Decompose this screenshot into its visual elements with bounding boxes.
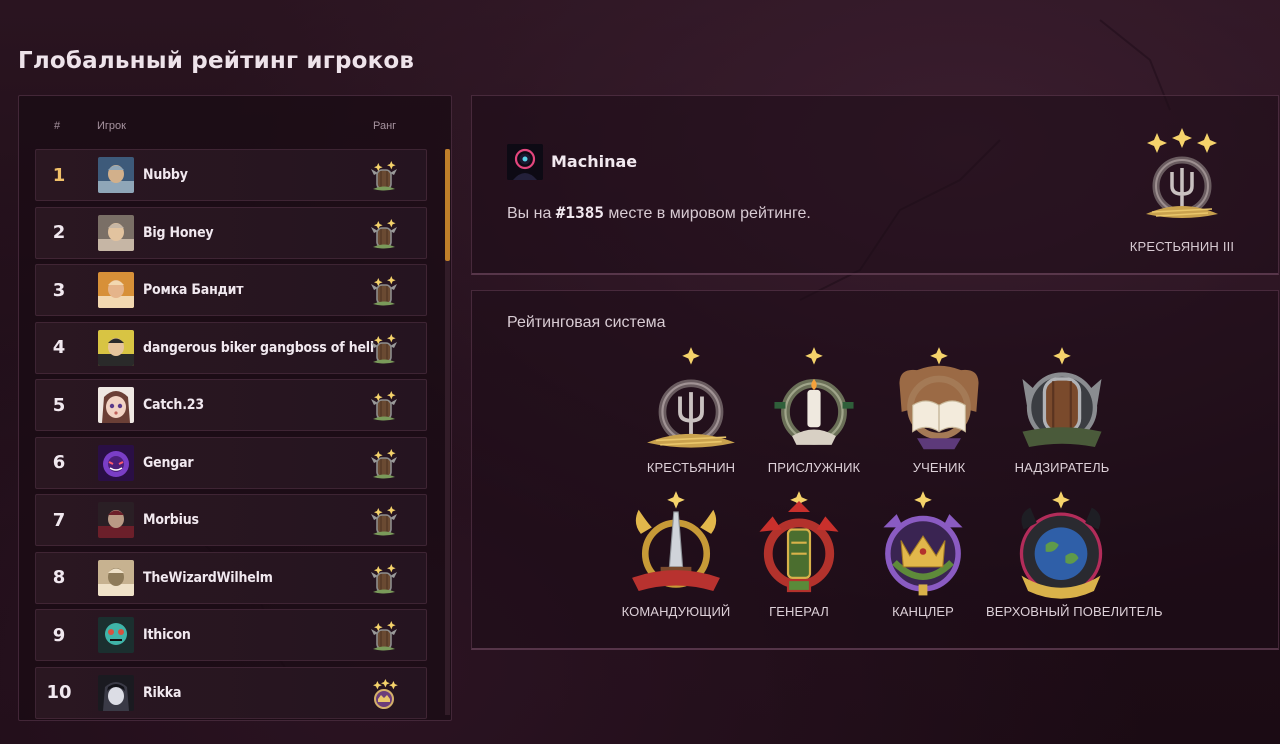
globe-emblem-icon xyxy=(986,490,1136,602)
row-rank-number: 1 xyxy=(52,164,66,186)
leaderboard-row[interactable]: 7 Morbius xyxy=(35,494,427,546)
shield-emblem-icon xyxy=(987,346,1137,458)
shield-rank-badge-icon xyxy=(368,159,400,193)
shield-rank-badge-icon xyxy=(368,389,400,423)
leaderboard-panel: # Игрок Ранг 1 Nubby 2 Big Honey 3 Ромка… xyxy=(18,95,452,721)
column-header-number: # xyxy=(54,120,61,132)
leaderboard-scrollbar[interactable] xyxy=(445,149,450,715)
player-avatar[interactable] xyxy=(98,387,134,423)
row-rank-number: 8 xyxy=(52,567,66,588)
player-name[interactable]: Ithicon xyxy=(143,627,191,643)
leaderboard-row[interactable]: 10 Rikka xyxy=(35,666,427,719)
shield-rank-badge-icon xyxy=(368,619,400,653)
row-rank-number: 2 xyxy=(52,222,66,243)
column-header-rank: Ранг xyxy=(373,120,397,132)
shield-rank-badge-icon xyxy=(368,504,400,538)
shield-rank-badge-icon xyxy=(368,447,400,481)
row-rank-number: 9 xyxy=(52,624,66,646)
row-rank-number: 4 xyxy=(52,337,66,358)
current-rank-emblem-icon xyxy=(1132,116,1232,226)
shield-rank-badge-icon xyxy=(368,332,400,366)
three-star-icon xyxy=(1147,128,1217,153)
leaderboard-row[interactable]: 3 Ромка Бандит xyxy=(35,264,427,316)
row-rank-number: 7 xyxy=(52,509,66,531)
scrollbar-thumb[interactable] xyxy=(445,149,450,261)
player-name[interactable]: Rikka xyxy=(143,685,181,701)
leaderboard-row[interactable]: 4 dangerous biker gangboss of hell xyxy=(35,321,427,374)
player-name[interactable]: Catch.23 xyxy=(143,397,204,413)
rating-text-before: Вы на xyxy=(507,205,556,222)
player-name[interactable]: Gengar xyxy=(143,455,194,471)
leaderboard-row[interactable]: 6 Gengar xyxy=(35,436,427,489)
current-player-card: Machinae Вы на #1385 месте в мировом рей… xyxy=(471,95,1279,275)
rating-system-title: Рейтинговая система xyxy=(507,314,666,331)
player-avatar[interactable] xyxy=(98,214,134,251)
rank-tier[interactable]: ВЕРХОВНЫЙ ПОВЕЛИТЕЛЬ xyxy=(986,490,1163,619)
rank-tier[interactable]: НАДЗИРАТЕЛЬ xyxy=(987,346,1137,475)
crown-rank-badge-icon xyxy=(368,677,400,711)
column-header-player: Игрок xyxy=(97,120,126,132)
current-player-rating-text: Вы на #1385 месте в мировом рейтинге. xyxy=(507,203,811,223)
player-name[interactable]: TheWizardWilhelm xyxy=(143,570,273,586)
rank-tier-label: ВЕРХОВНЫЙ ПОВЕЛИТЕЛЬ xyxy=(986,604,1163,619)
player-name[interactable]: dangerous biker gangboss of hell xyxy=(143,340,374,356)
player-avatar[interactable] xyxy=(98,329,134,366)
rank-tier-label: НАДЗИРАТЕЛЬ xyxy=(1014,460,1110,475)
shield-rank-badge-icon xyxy=(368,274,400,308)
rank-tier[interactable]: КАНЦЛЕР xyxy=(848,490,998,619)
leaderboard-row[interactable]: 1 Nubby xyxy=(35,149,427,201)
player-name[interactable]: Ромка Бандит xyxy=(143,282,244,298)
row-rank-number: 5 xyxy=(52,394,66,416)
crown-emblem-icon xyxy=(848,490,998,602)
page-title: Глобальный рейтинг игроков xyxy=(18,48,415,74)
leaderboard-rows: 1 Nubby 2 Big Honey 3 Ромка Бандит 4 dan… xyxy=(35,149,427,724)
leaderboard-row[interactable]: 2 Big Honey xyxy=(35,206,427,259)
player-name[interactable]: Big Honey xyxy=(143,225,214,241)
player-avatar[interactable] xyxy=(98,502,134,538)
rating-system-panel: Рейтинговая система КРЕСТЬЯНИН ПРИСЛУЖНИ… xyxy=(471,290,1279,650)
hooded-figure-avatar-icon xyxy=(507,144,543,180)
player-name[interactable]: Morbius xyxy=(143,512,199,528)
row-rank-number: 10 xyxy=(46,682,72,703)
row-rank-number: 6 xyxy=(52,452,66,473)
leaderboard-row[interactable]: 8 TheWizardWilhelm xyxy=(35,551,427,604)
current-player-name[interactable]: Machinae xyxy=(551,152,637,171)
leaderboard-row[interactable]: 9 Ithicon xyxy=(35,609,427,661)
rank-tier-label: КАНЦЛЕР xyxy=(892,604,954,619)
player-name[interactable]: Nubby xyxy=(143,167,188,183)
current-player-place: #1385 xyxy=(555,203,604,222)
player-avatar[interactable] xyxy=(98,674,134,711)
rating-text-after: месте в мировом рейтинге. xyxy=(603,205,811,222)
leaderboard-header: # Игрок Ранг xyxy=(19,120,451,140)
shield-rank-badge-icon xyxy=(368,217,400,251)
player-avatar[interactable] xyxy=(98,444,134,481)
row-rank-number: 3 xyxy=(52,279,66,301)
player-avatar[interactable] xyxy=(98,617,134,653)
player-avatar[interactable] xyxy=(98,559,134,596)
current-rank-label: КРЕСТЬЯНИН III xyxy=(1129,239,1235,254)
current-player-avatar[interactable] xyxy=(507,144,543,180)
shield-rank-badge-icon xyxy=(368,562,400,596)
leaderboard-row[interactable]: 5 Catch.23 xyxy=(35,379,427,431)
player-avatar[interactable] xyxy=(98,272,134,308)
player-avatar[interactable] xyxy=(98,157,134,193)
